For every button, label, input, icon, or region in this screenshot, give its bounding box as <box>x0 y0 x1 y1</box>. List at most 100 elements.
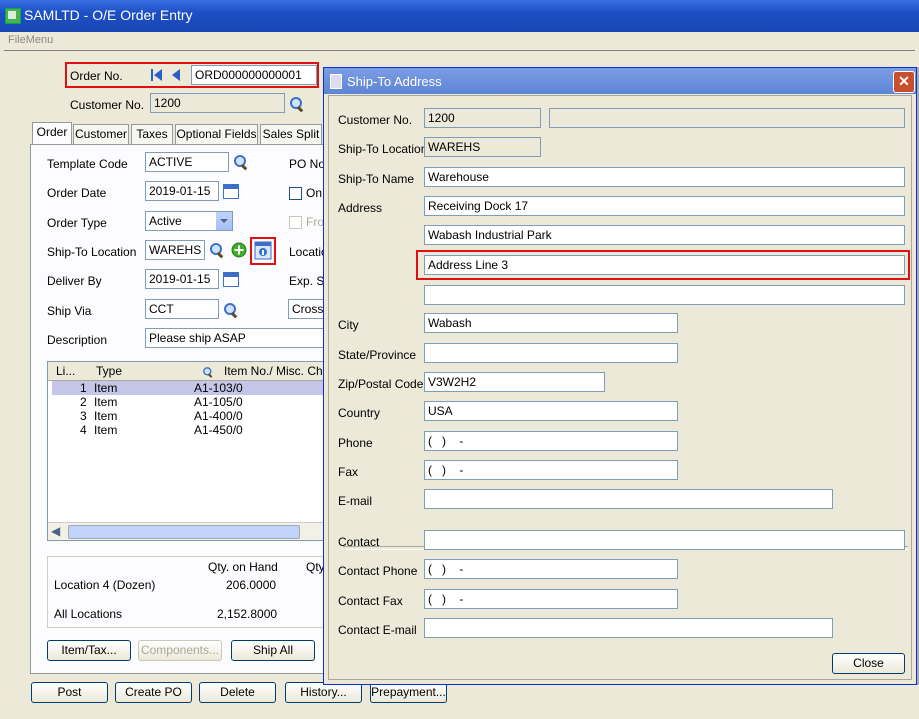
components-button[interactable]: Components... <box>138 640 222 661</box>
address-line-4-field[interactable] <box>424 285 905 305</box>
contact-phone-field[interactable]: ( ) - <box>424 559 678 579</box>
city-label: City <box>338 318 359 332</box>
horizontal-scrollbar[interactable]: ◀ <box>48 522 328 540</box>
item-tax-button[interactable]: Item/Tax... <box>47 640 131 661</box>
customer-no-input[interactable]: 1200 <box>150 93 285 113</box>
ship-to-name-field[interactable]: Warehouse <box>424 167 905 187</box>
contact-field[interactable] <box>424 530 905 550</box>
contact-fax-field[interactable]: ( ) - <box>424 589 678 609</box>
address-label: Address <box>338 201 383 215</box>
fax-field[interactable]: ( ) - <box>424 460 678 480</box>
email-field[interactable] <box>424 489 833 509</box>
cell-line: 2 <box>80 395 87 409</box>
state-field[interactable] <box>424 343 678 363</box>
on-hold-checkbox[interactable] <box>289 187 302 200</box>
from-label: Fro <box>306 215 324 229</box>
contact-label: Contact <box>338 535 380 549</box>
calendar-icon[interactable] <box>223 184 239 199</box>
search-icon[interactable] <box>223 302 239 318</box>
menu-bar: FileMenu <box>0 32 919 50</box>
search-icon[interactable] <box>202 366 213 377</box>
address-line-2-field[interactable]: Wabash Industrial Park <box>424 225 905 245</box>
close-button[interactable]: Close <box>832 653 905 674</box>
cell-item: A1-105/0 <box>194 395 243 409</box>
address-book-icon[interactable] <box>254 241 272 260</box>
file-menu[interactable]: FileMenu <box>8 34 53 46</box>
cell-item: A1-103/0 <box>194 381 243 395</box>
close-icon[interactable]: ✕ <box>893 71 915 93</box>
address-line-3-field[interactable]: Address Line 3 <box>424 255 905 275</box>
location-label: Locatio <box>289 245 328 259</box>
contact-fax-label: Contact Fax <box>338 594 403 608</box>
delete-button[interactable]: Delete <box>199 682 276 703</box>
window-title: SAMLTD - O/E Order Entry <box>24 7 193 23</box>
tab-customer[interactable]: Customer <box>73 124 129 144</box>
table-row[interactable]: 4 Item A1-450/0 <box>52 423 328 437</box>
grid-header: Li... Type Item No./ Misc. Char <box>48 362 333 381</box>
search-icon[interactable] <box>233 154 249 170</box>
zip-field[interactable]: V3W2H2 <box>424 372 605 392</box>
cell-type: Item <box>94 381 118 395</box>
city-field[interactable]: Wabash <box>424 313 678 333</box>
prepayment-button[interactable]: Prepayment... <box>370 682 447 703</box>
location-qty: 206.0000 <box>226 578 277 592</box>
add-icon[interactable] <box>231 242 247 258</box>
order-date-label: Order Date <box>47 186 107 200</box>
tab-sales-split[interactable]: Sales Split <box>260 124 322 144</box>
order-date-input[interactable]: 2019-01-15 <box>145 181 219 201</box>
table-row[interactable]: 2 Item A1-105/0 <box>52 395 328 409</box>
order-lines-grid[interactable]: Li... Type Item No./ Misc. Char 1 Item A… <box>47 361 333 541</box>
template-code-label: Template Code <box>47 157 128 171</box>
ship-all-button[interactable]: Ship All <box>231 640 315 661</box>
col-type[interactable]: Type <box>96 364 122 378</box>
phone-field[interactable]: ( ) - <box>424 431 678 451</box>
nav-first-icon[interactable] <box>150 68 184 82</box>
search-icon[interactable] <box>209 242 225 258</box>
title-bar: SAMLTD - O/E Order Entry <box>0 0 919 32</box>
po-no-label: PO No <box>289 157 326 171</box>
customer-no-field[interactable]: 1200 <box>424 108 541 128</box>
address-line-1-field[interactable]: Receiving Dock 17 <box>424 196 905 216</box>
post-button[interactable]: Post <box>31 682 108 703</box>
ship-via-input[interactable]: CCT <box>145 299 219 319</box>
cell-line: 3 <box>80 409 87 423</box>
ship-to-input[interactable]: WAREHS <box>145 240 205 260</box>
tab-taxes[interactable]: Taxes <box>131 124 173 144</box>
table-row[interactable]: 3 Item A1-400/0 <box>52 409 328 423</box>
order-no-input[interactable]: ORD000000000001 <box>191 65 317 85</box>
customer-name-field[interactable] <box>549 108 905 128</box>
deliver-by-label: Deliver By <box>47 274 102 288</box>
tab-order[interactable]: Order <box>32 122 72 144</box>
ship-to-label: Ship-To Location <box>47 245 137 259</box>
document-icon <box>330 74 342 89</box>
order-type-value: Active <box>149 214 182 228</box>
chevron-down-icon[interactable] <box>215 212 232 230</box>
state-label: State/Province <box>338 348 417 362</box>
table-row[interactable]: 1 Item A1-103/0 <box>52 381 328 395</box>
scroll-thumb[interactable] <box>68 525 300 539</box>
cross-input[interactable]: Cross- <box>288 299 326 319</box>
create-po-button[interactable]: Create PO <box>115 682 192 703</box>
country-field[interactable]: USA <box>424 401 678 421</box>
phone-label: Phone <box>338 436 373 450</box>
from-checkbox[interactable] <box>289 216 302 229</box>
description-input[interactable]: Please ship ASAP <box>145 328 325 348</box>
col-line[interactable]: Li... <box>56 364 75 378</box>
cell-type: Item <box>94 423 118 437</box>
contact-email-field[interactable] <box>424 618 833 638</box>
scroll-left-icon[interactable]: ◀ <box>51 524 60 538</box>
order-type-select[interactable]: Active <box>145 211 233 231</box>
template-code-input[interactable]: ACTIVE <box>145 152 229 172</box>
deliver-by-input[interactable]: 2019-01-15 <box>145 269 219 289</box>
tab-optional-fields[interactable]: Optional Fields <box>175 124 258 144</box>
col-item[interactable]: Item No./ Misc. Char <box>224 364 333 378</box>
cell-type: Item <box>94 409 118 423</box>
contact-phone-label: Contact Phone <box>338 564 418 578</box>
ship-to-location-field[interactable]: WAREHS <box>424 137 541 157</box>
email-label: E-mail <box>338 494 373 508</box>
calendar-icon[interactable] <box>223 272 239 287</box>
search-icon[interactable] <box>289 96 305 112</box>
history-button[interactable]: History... <box>285 682 362 703</box>
cell-line: 1 <box>80 381 87 395</box>
ship-via-label: Ship Via <box>47 304 92 318</box>
